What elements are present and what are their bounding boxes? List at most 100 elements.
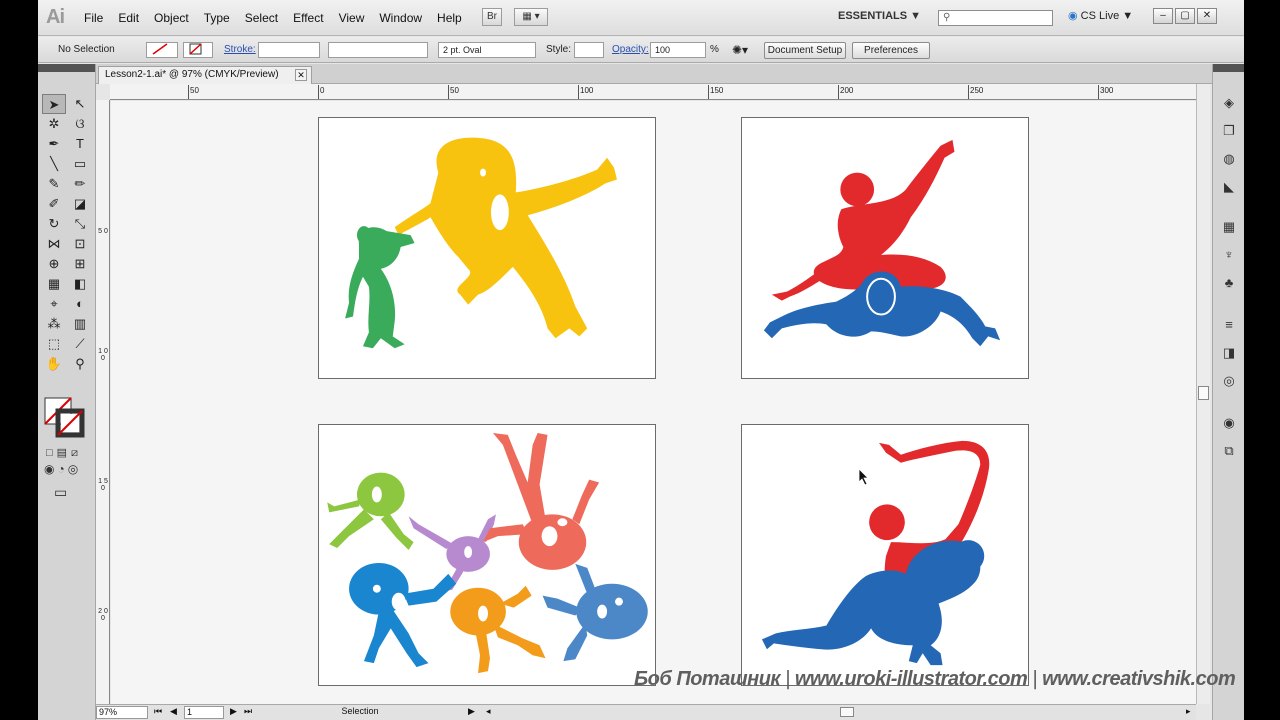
symbol-sprayer-tool-icon[interactable]: ⁂ [42, 314, 66, 334]
perspective-grid-tool-icon[interactable]: ⊞ [68, 254, 92, 274]
lasso-tool-icon[interactable]: ଓ [68, 114, 92, 134]
rectangle-tool-icon[interactable]: ▭ [68, 154, 92, 174]
color-icon[interactable]: ◍ [1219, 150, 1239, 168]
menu-effect[interactable]: Effect [293, 11, 323, 25]
opacity-unit: % [710, 44, 719, 55]
zoom-tool-icon[interactable]: ⚲ [68, 354, 92, 374]
previous-artboard-icon[interactable]: ◀ [170, 706, 177, 717]
horizontal-ruler[interactable]: 50 0 50 100 150 200 250 300 [110, 84, 1196, 100]
document-setup-button[interactable]: Document Setup [764, 42, 846, 59]
cyan-figure [349, 562, 457, 668]
horizontal-scroll-thumb[interactable] [840, 707, 854, 717]
brush-definition-dropdown[interactable]: 2 pt. Oval [438, 42, 536, 58]
line-tool-icon[interactable]: ╲ [42, 154, 66, 174]
close-button[interactable]: ✕ [1197, 8, 1217, 24]
opacity-panel-link[interactable]: Opacity: [612, 44, 649, 55]
artboards-icon[interactable]: ❐ [1219, 122, 1239, 140]
symbols-icon[interactable]: ♣ [1219, 274, 1239, 292]
minimize-button[interactable]: – [1153, 8, 1173, 24]
color-guide-icon[interactable]: ◣ [1219, 178, 1239, 196]
zoom-level-field[interactable]: 97% [96, 706, 148, 719]
variable-width-profile[interactable] [328, 42, 428, 58]
brushes-icon[interactable]: ♆ [1219, 246, 1239, 264]
pencil-tool-icon[interactable]: ✏ [68, 174, 92, 194]
document-tab[interactable]: Lesson2-1.ai* @ 97% (CMYK/Preview) ✕ [98, 66, 312, 84]
graphic-style-dropdown[interactable] [574, 42, 604, 58]
swatches-icon[interactable]: ▦ [1219, 218, 1239, 236]
pen-tool-icon[interactable]: ✒ [42, 134, 66, 154]
graphic-styles-icon[interactable]: ⧉ [1219, 442, 1239, 460]
artboard-1[interactable] [318, 117, 656, 379]
eyedropper-tool-icon[interactable]: ⌖ [42, 294, 66, 314]
panel-dock-grip[interactable] [1213, 64, 1244, 72]
color-mode-icons[interactable]: □▤⧄ [46, 446, 82, 460]
menu-view[interactable]: View [339, 11, 365, 25]
shape-builder-tool-icon[interactable]: ⊕ [42, 254, 66, 274]
stroke-icon[interactable]: ≡ [1219, 316, 1239, 334]
fill-stroke-swatches-icon[interactable] [44, 394, 90, 440]
last-artboard-icon[interactable]: ⏭ [244, 706, 252, 717]
workspace-switcher[interactable]: ESSENTIALS ▼ [838, 10, 921, 22]
scale-tool-icon[interactable]: ⤡ [68, 214, 92, 234]
menu-type[interactable]: Type [204, 11, 230, 25]
width-tool-icon[interactable]: ⋈ [42, 234, 66, 254]
restore-button[interactable]: ▢ [1175, 8, 1195, 24]
fill-swatch-dropdown[interactable] [146, 42, 178, 58]
recolor-artwork-icon[interactable]: ✺▾ [732, 43, 748, 57]
cs-live-button[interactable]: ◉ CS Live ▼ [1068, 9, 1133, 22]
blend-tool-icon[interactable]: ◐ [68, 294, 92, 314]
type-tool-icon[interactable]: T [68, 134, 92, 154]
search-input[interactable]: ⚲ [938, 10, 1053, 26]
blob-brush-tool-icon[interactable]: ✐ [42, 194, 66, 214]
next-artboard-icon[interactable]: ▶ [230, 706, 237, 717]
hand-tool-icon[interactable]: ✋ [42, 354, 66, 374]
close-tab-icon[interactable]: ✕ [295, 69, 307, 81]
eraser-tool-icon[interactable]: ◪ [68, 194, 92, 214]
artboard-tool-icon[interactable]: ⬚ [42, 334, 66, 354]
preferences-button[interactable]: Preferences [852, 42, 930, 59]
selection-tool-icon[interactable]: ➤ [42, 94, 66, 114]
menu-edit[interactable]: Edit [118, 11, 139, 25]
magic-wand-tool-icon[interactable]: ✲ [42, 114, 66, 134]
scroll-left-icon[interactable]: ◂ [486, 706, 491, 717]
rotate-tool-icon[interactable]: ↻ [42, 214, 66, 234]
layers-icon[interactable]: ◈ [1219, 94, 1239, 112]
stroke-swatch-dropdown[interactable] [183, 42, 213, 58]
status-menu-icon[interactable]: ▶ [468, 706, 475, 717]
vertical-scrollbar[interactable] [1196, 84, 1210, 704]
free-transform-tool-icon[interactable]: ⊡ [68, 234, 92, 254]
column-graph-tool-icon[interactable]: ▥ [68, 314, 92, 334]
artboard-number-field[interactable]: 1 [184, 706, 224, 719]
appearance-icon[interactable]: ◉ [1219, 414, 1239, 432]
status-mode[interactable]: Selection [260, 706, 460, 716]
paintbrush-tool-icon[interactable]: ✎ [42, 174, 66, 194]
tools-panel-grip[interactable] [38, 64, 95, 72]
stroke-weight-field[interactable] [258, 42, 320, 58]
vertical-ruler[interactable]: 5 0 1 0 0 1 5 0 2 0 0 [96, 100, 110, 704]
menu-object[interactable]: Object [154, 11, 189, 25]
artboard-canvas[interactable] [111, 101, 1196, 704]
transparency-icon[interactable]: ◎ [1219, 372, 1239, 390]
bridge-button[interactable]: Br [482, 8, 502, 26]
opacity-field[interactable]: 100 [650, 42, 706, 58]
direct-selection-tool-icon[interactable]: ↖ [68, 94, 92, 114]
slice-tool-icon[interactable]: ⟋ [68, 334, 92, 354]
stroke-panel-link[interactable]: Stroke: [224, 44, 256, 55]
menu-file[interactable]: File [84, 11, 103, 25]
mesh-tool-icon[interactable]: ▦ [42, 274, 66, 294]
screen-mode-icon[interactable]: ▭ [54, 484, 67, 501]
artboard-3[interactable] [318, 424, 656, 686]
ruler-major-tick [708, 85, 709, 99]
menu-window[interactable]: Window [379, 11, 422, 25]
vertical-scroll-thumb[interactable] [1198, 386, 1209, 400]
artboard-4[interactable] [741, 424, 1029, 686]
first-artboard-icon[interactable]: ⏮ [154, 706, 162, 717]
scroll-right-icon[interactable]: ▸ [1186, 706, 1191, 717]
gradient-tool-icon[interactable]: ◧ [68, 274, 92, 294]
gradient-icon[interactable]: ◨ [1219, 344, 1239, 362]
arrange-documents-button[interactable]: ▦ ▾ [514, 8, 548, 26]
artboard-2[interactable] [741, 117, 1029, 379]
menu-help[interactable]: Help [437, 11, 462, 25]
menu-select[interactable]: Select [245, 11, 278, 25]
drawing-mode-icons[interactable]: ◉◔◎ [44, 462, 81, 476]
